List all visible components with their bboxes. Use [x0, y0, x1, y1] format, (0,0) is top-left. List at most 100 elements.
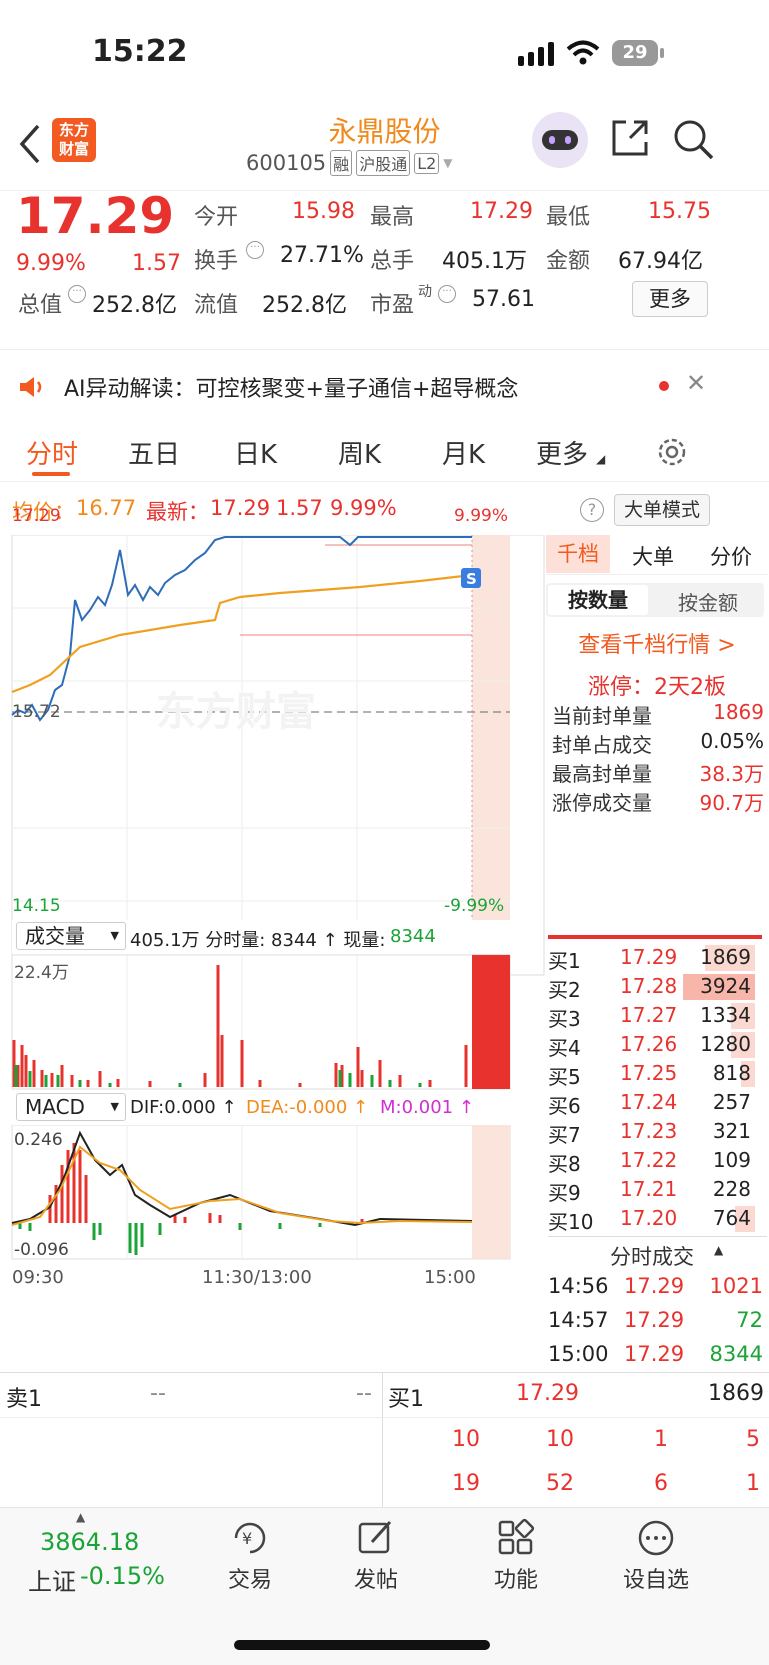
book-price: 17.25 — [620, 1061, 678, 1085]
quote-panel: 17.29 9.99% 1.57 今开 15.98 最高 17.29 最低 15… — [0, 187, 769, 350]
macd-m: M:0.001 ↑ — [380, 1097, 474, 1118]
last-price: 17.29 — [16, 187, 175, 245]
tick-row: 14:56 17.29 1021 — [548, 1274, 767, 1302]
more-button[interactable]: 更多 — [632, 281, 708, 317]
caret-icon[interactable]: ▼ — [443, 156, 452, 170]
limit-up-streak: 涨停：2天2板 — [588, 675, 726, 700]
signal-icon — [518, 42, 554, 66]
book-price: 17.28 — [620, 974, 678, 998]
volume-max-label: 22.4万 — [14, 963, 69, 983]
book-row[interactable]: 买8 17.22 109 — [548, 1148, 767, 1176]
functions-icon[interactable] — [496, 1518, 536, 1558]
book-price: 17.23 — [620, 1119, 678, 1143]
book-row[interactable]: 买10 17.20 764 — [548, 1206, 767, 1234]
tab-thousand-level[interactable]: 千档 — [546, 535, 610, 573]
book-row[interactable]: 买7 17.23 321 — [548, 1119, 767, 1147]
info-icon[interactable]: ··· — [68, 285, 86, 303]
intraday-chart[interactable]: 东方财富 S — [0, 535, 546, 1373]
tab-week-k[interactable]: 周K — [338, 434, 381, 471]
low-value: 15.75 — [648, 199, 711, 224]
nav-trade[interactable]: 交易 — [190, 1562, 310, 1594]
queue-value: 1 — [746, 1471, 760, 1496]
book-price: 17.21 — [620, 1177, 678, 1201]
nav-watchlist[interactable]: 设自选 — [596, 1562, 716, 1594]
volume-now: 8344 — [390, 926, 436, 947]
book-volume: 257 — [712, 1090, 751, 1114]
ask1-label: 卖1 — [6, 1387, 42, 1412]
ticks-header[interactable]: 分时成交 ▲ — [548, 1236, 767, 1270]
book-level: 买8 — [548, 1152, 581, 1176]
tab-five-day[interactable]: 五日 — [128, 434, 180, 471]
time-end: 15:00 — [424, 1267, 476, 1288]
big-order-mode-button[interactable]: 大单模式 — [614, 494, 710, 526]
home-indicator[interactable] — [234, 1640, 490, 1650]
low-label: 最低 — [546, 205, 591, 230]
stat-label: 封单占成交 — [552, 733, 652, 757]
tab-month-k[interactable]: 月K — [442, 434, 485, 471]
index-name[interactable]: 上证 — [28, 1562, 76, 1597]
price-change: 1.57 — [132, 251, 181, 276]
period-tabs: 分时 五日 日K 周K 月K 更多 ◢ — [0, 420, 769, 482]
time-start: 09:30 — [12, 1267, 64, 1288]
tick-volume: 1021 — [709, 1274, 763, 1298]
latest-label: 最新： — [146, 500, 209, 524]
book-divider — [548, 935, 762, 939]
queue-value: 52 — [546, 1471, 574, 1496]
tab-day-k[interactable]: 日K — [234, 434, 277, 471]
queue-value: 6 — [654, 1471, 668, 1496]
volume-selector[interactable]: 成交量 ▼ — [16, 922, 126, 950]
nav-post[interactable]: 发帖 — [316, 1562, 436, 1594]
book-level: 买3 — [548, 1007, 581, 1031]
macd-low-label: -0.096 — [14, 1240, 69, 1260]
indicator-selector[interactable]: MACD ▼ — [16, 1093, 126, 1121]
settings-gear-icon[interactable] — [656, 436, 688, 468]
tab-price-dist[interactable]: 分价 — [694, 541, 768, 571]
post-icon[interactable] — [356, 1518, 396, 1558]
index-pct[interactable]: -0.15% — [80, 1562, 165, 1590]
book-row[interactable]: 买6 17.24 257 — [548, 1090, 767, 1118]
thousand-level-link[interactable]: 查看千档行情 > — [546, 627, 768, 659]
dropdown-icon: ▼ — [110, 1100, 119, 1113]
stock-code: 600105 — [246, 151, 327, 175]
volume-label: 总手 — [370, 249, 415, 274]
ai-insight-bar[interactable]: AI异动解读：可控核聚变+量子通信+超导概念 ✕ — [0, 355, 769, 415]
info-icon[interactable]: ··· — [246, 241, 264, 259]
book-row[interactable]: 买5 17.25 818 — [548, 1061, 767, 1089]
mcap-label: 总值 — [18, 293, 63, 318]
stat-value: 38.3万 — [699, 762, 764, 786]
tab-more[interactable]: 更多 — [536, 434, 588, 471]
latest-pct: 9.99% — [330, 496, 397, 520]
book-level: 买2 — [548, 978, 581, 1002]
speaker-icon — [20, 377, 42, 397]
ai-robot-icon[interactable] — [532, 112, 588, 168]
volume-value: 405.1万 — [442, 249, 527, 274]
close-icon[interactable]: ✕ — [686, 369, 706, 397]
tab-big-order[interactable]: 大单 — [616, 541, 690, 571]
info-icon[interactable]: ··· — [438, 285, 456, 303]
book-row[interactable]: 买3 17.27 1334 — [548, 1003, 767, 1031]
book-volume: 109 — [712, 1148, 751, 1172]
book-row[interactable]: 买1 17.29 1869 — [548, 945, 767, 973]
stat-value: 0.05% — [700, 729, 764, 753]
book-volume: 764 — [712, 1206, 751, 1230]
book-row[interactable]: 买4 17.26 1280 — [548, 1032, 767, 1060]
volume-header: 成交量 ▼ 405.1万 分时量: 8344 ↑ 现量: 8344 — [12, 920, 512, 954]
add-watchlist-icon[interactable] — [636, 1518, 676, 1558]
axis-top-price: 17.29 — [12, 506, 61, 526]
stock-header: 东方 财富 永鼎股份 600105 融 沪股通 L2 ▼ — [0, 110, 769, 190]
book-volume: 1280 — [700, 1032, 751, 1056]
book-row[interactable]: 买2 17.28 3924 — [548, 974, 767, 1002]
by-amount-button[interactable]: 按金额 — [654, 587, 762, 616]
open-label: 今开 — [194, 205, 239, 230]
search-icon[interactable] — [672, 118, 714, 160]
tag-connect: 沪股通 — [356, 150, 411, 176]
trade-icon[interactable]: ¥ — [230, 1518, 270, 1558]
share-icon[interactable] — [610, 118, 650, 158]
by-quantity-button[interactable]: 按数量 — [548, 585, 648, 615]
tab-intraday[interactable]: 分时 — [26, 434, 78, 471]
help-icon[interactable]: ? — [580, 498, 604, 522]
nav-functions[interactable]: 功能 — [456, 1562, 576, 1594]
book-row[interactable]: 买9 17.21 228 — [548, 1177, 767, 1205]
queue-value: 19 — [452, 1471, 480, 1496]
index-value[interactable]: 3864.18 — [40, 1528, 139, 1556]
